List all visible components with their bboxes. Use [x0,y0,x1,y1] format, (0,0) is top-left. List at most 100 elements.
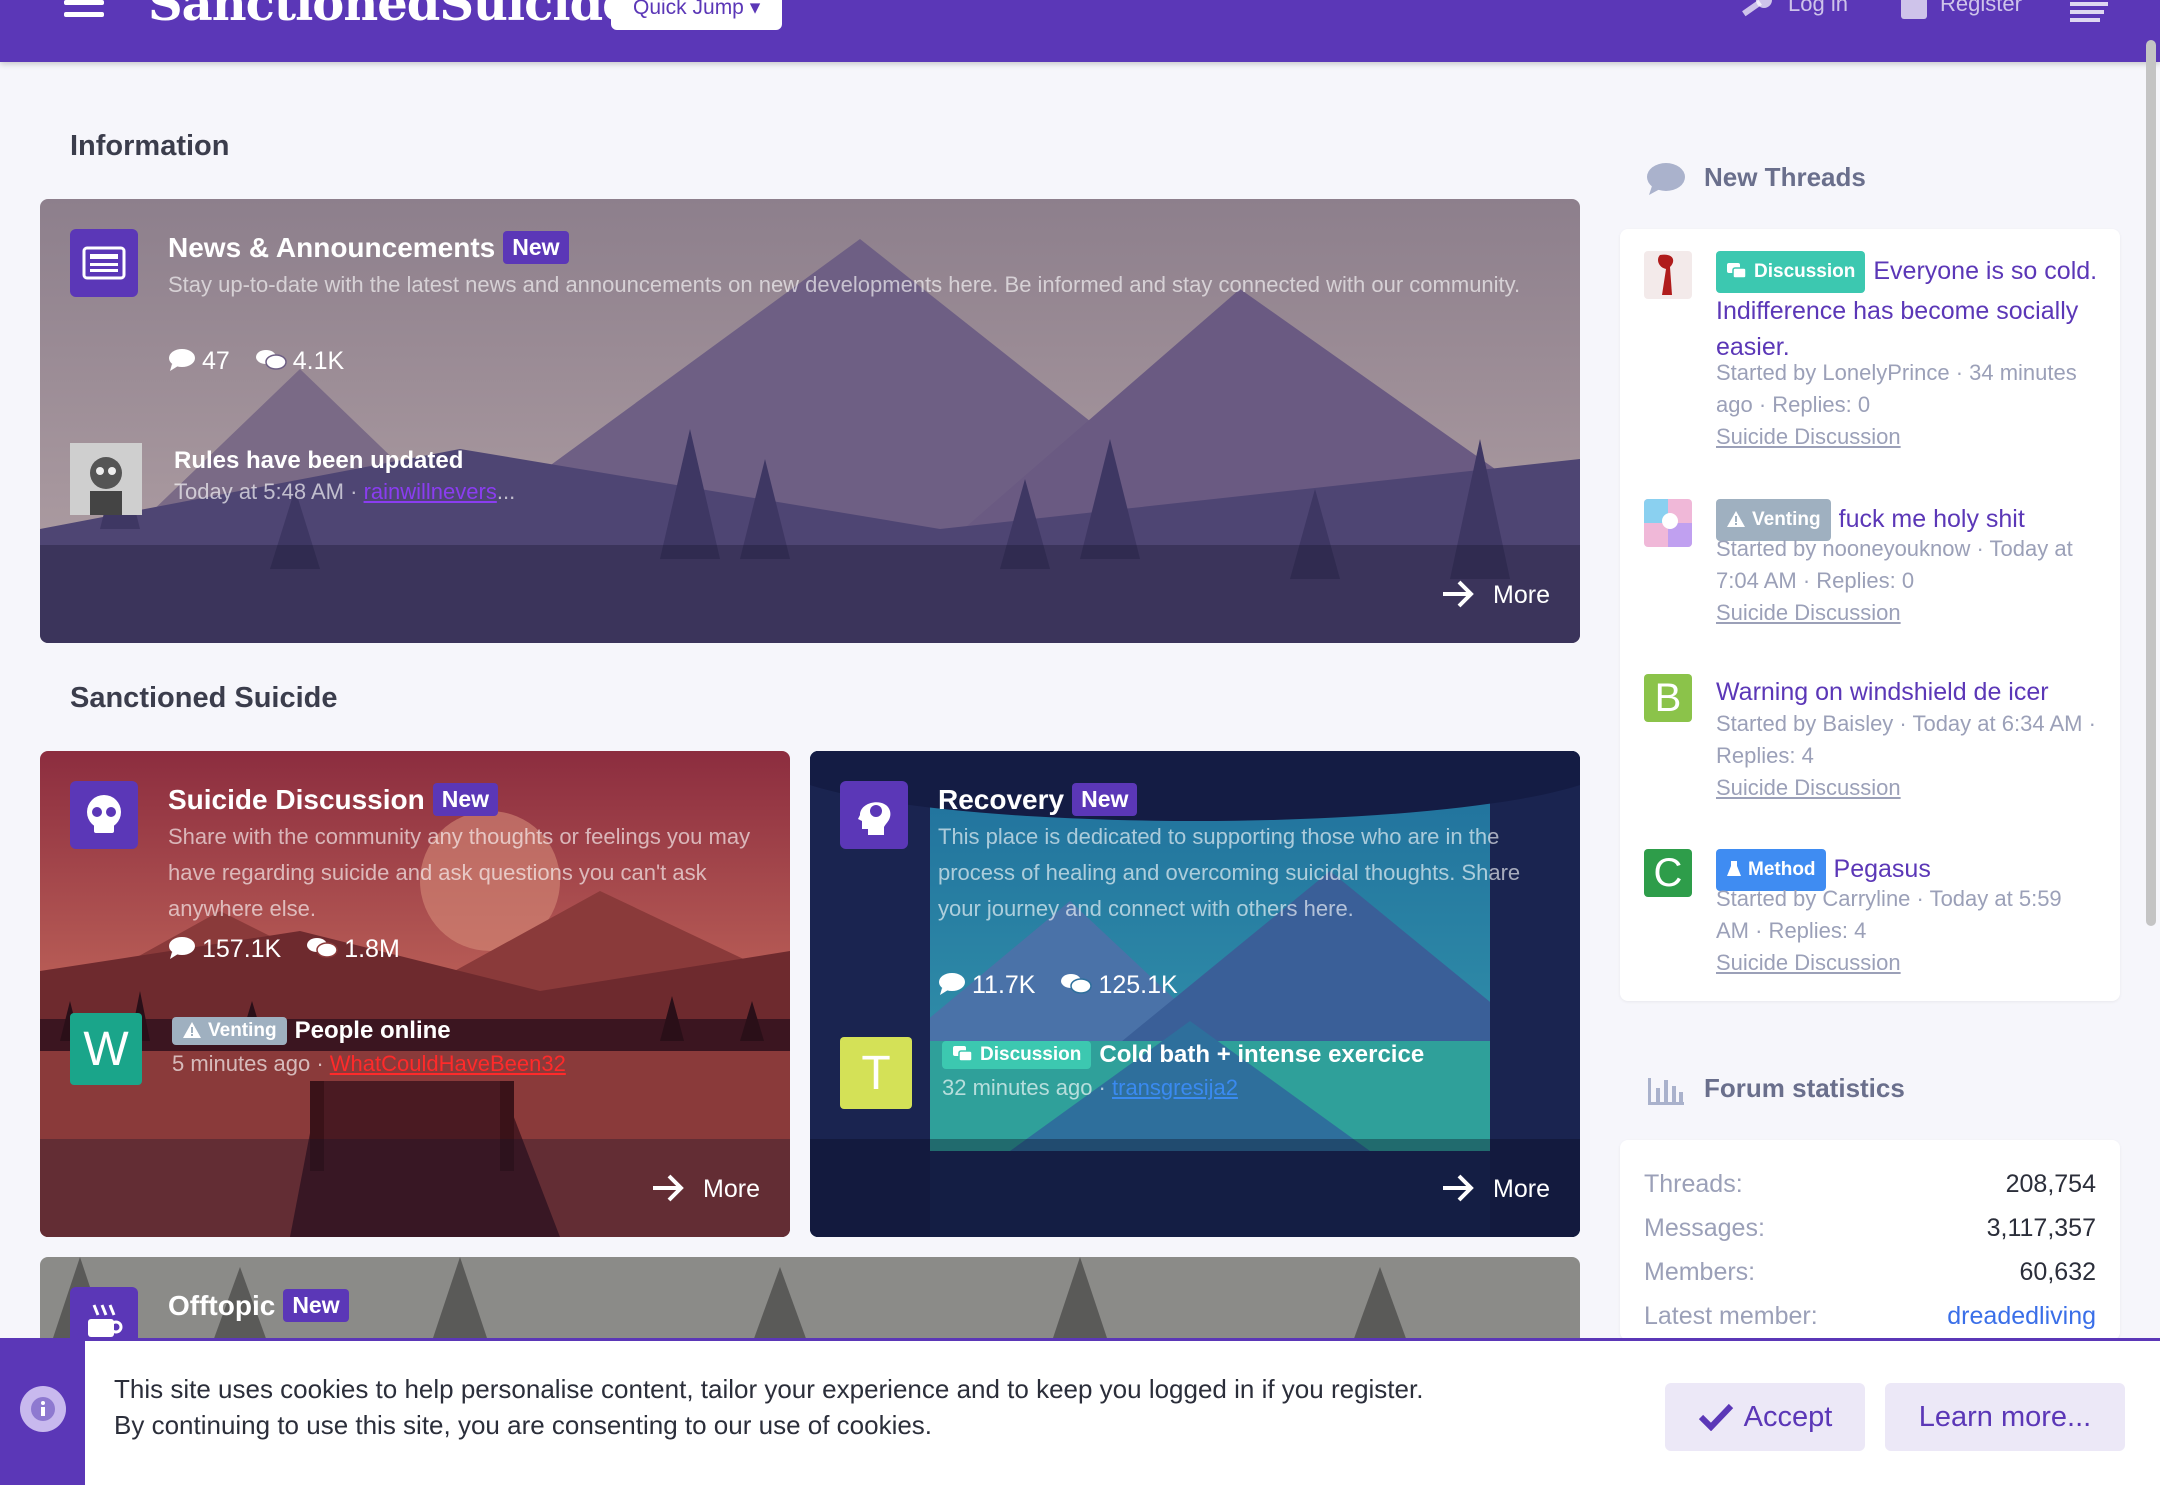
thread-item[interactable]: B Warning on windshield de icer Started … [1644,674,2104,824]
user-avatar[interactable]: W [70,1013,142,1085]
latest-user-suffix: ... [496,479,516,504]
new-threads-heading: New Threads [1646,162,1866,196]
thread-forum-link[interactable]: Suicide Discussion [1716,775,1901,800]
comments-icon [953,1046,973,1062]
thread-meta: Started by Carryline · Today at 5:59 AM … [1716,883,2096,979]
flask-icon [1727,861,1741,876]
forum-title-recovery[interactable]: Recovery New [938,783,1138,816]
thread-item[interactable]: Venting fuck me holy shit Started by noon… [1644,499,2104,649]
check-icon [1698,1403,1733,1432]
forum-card-news[interactable]: News & Announcements New Stay up-to-date … [40,199,1580,643]
accept-label: Accept [1743,1401,1833,1433]
more-label: More [1493,1175,1550,1203]
thread-forum-link[interactable]: Suicide Discussion [1716,424,1901,449]
register-link[interactable]: Register [1900,0,2022,22]
latest-post-news[interactable]: Rules have been updated Today at 5:48 AM… [70,443,770,519]
key-icon [1742,0,1772,17]
new-badge: New [432,783,499,816]
forum-stats-recovery: 11.7K 125.1K [938,971,1196,1000]
thread-meta-text: Started by LonelyPrince · 34 minutes ago… [1716,360,2077,417]
stat-row-members: Members: 60,632 [1644,1258,2096,1287]
forum-description-suicide-discussion: Share with the community any thoughts or… [168,824,751,921]
forum-description-news: Stay up-to-date with the latest news and… [168,272,1521,297]
stat-label: Latest member: [1644,1302,1818,1330]
prefix-discussion: Discussion [942,1041,1092,1069]
cookie-message: This site uses cookies to help personali… [114,1371,1423,1443]
thread-title[interactable]: Discussion Everyone is so cold. Indiffere… [1716,251,2106,365]
quick-jump-label: Quick Jump [633,0,744,19]
cookie-message-line1: This site uses cookies to help personali… [114,1374,1424,1404]
warning-icon [1727,511,1745,527]
stat-row-messages: Messages: 3,117,357 [1644,1214,2096,1243]
bar-chart-icon [1648,1078,1684,1106]
comment-icon [169,349,195,371]
forum-title-offtopic-text: Offtopic [168,1290,276,1321]
new-threads-title: New Threads [1704,162,1866,192]
stat-value: 208,754 [2005,1170,2096,1198]
user-avatar[interactable] [1644,499,1692,547]
latest-user-link[interactable]: rainwillnevers [364,479,497,504]
forum-title-suicide-discussion-text: Suicide Discussion [168,784,425,815]
stat-row-threads: Threads: 208,754 [1644,1170,2096,1199]
thread-title-text: Pegasus [1833,855,1931,883]
forum-title-news[interactable]: News & Announcements New [168,231,569,264]
thread-title[interactable]: Warning on windshield de icer [1716,674,2106,710]
arrow-right-icon [1443,580,1474,608]
new-badge: New [1072,783,1138,816]
latest-thread-title[interactable]: Discussion Cold bath + intense exercice [942,1041,1424,1069]
latest-thread-title-text: People online [294,1017,451,1044]
prefix-venting: Venting [172,1017,287,1045]
forum-description-recovery: This place is dedicated to supporting th… [938,824,1521,921]
thread-forum-link[interactable]: Suicide Discussion [1716,950,1901,975]
caret-down-icon: ▾ [749,0,761,19]
thread-title-text: fuck me holy shit [1838,505,2025,533]
search-menu-icon[interactable] [2070,0,2108,29]
thread-item[interactable]: C Method Pegasus Started by Carryline · T… [1644,849,2104,999]
latest-user-link[interactable]: WhatCouldHaveBeen32 [330,1051,566,1076]
forum-title-suicide-discussion[interactable]: Suicide Discussion New [168,783,499,816]
arrow-right-icon [1443,1174,1474,1202]
forum-card-recovery[interactable]: Recovery New This place is dedicated to s… [810,751,1580,1237]
user-avatar[interactable] [1644,251,1692,299]
forum-card-suicide-discussion[interactable]: Suicide Discussion New Share with the com… [40,751,790,1237]
user-avatar[interactable]: T [840,1037,912,1109]
thread-meta-text: Started by Carryline · Today at 5:59 AM … [1716,886,2062,943]
messages-count: 157.1K [202,935,282,963]
forum-title-offtopic[interactable]: Offtopic New [168,1289,349,1322]
user-avatar[interactable]: B [1644,674,1692,722]
user-avatar[interactable]: C [1644,849,1692,897]
arrow-right-icon [653,1174,684,1202]
messages-count: 11.7K [972,971,1036,999]
cookie-notice-body: This site uses cookies to help personali… [85,1341,2160,1485]
prefix-discussion: Discussion [1716,251,1866,293]
site-logo[interactable]: SanctionedSuicide. [148,0,648,32]
comment-icon [169,937,195,959]
cookie-notice: This site uses cookies to help personali… [0,1338,2160,1485]
quick-jump-button[interactable]: Quick Jump ▾ [611,0,783,30]
accept-button[interactable]: Accept [1665,1383,1865,1451]
more-link-suicide-discussion[interactable]: More [651,1173,760,1204]
latest-post-recovery[interactable]: T Discussion Cold bath + intense exercice… [840,1037,1560,1113]
page-scrollbar[interactable] [2146,40,2156,926]
more-link-recovery[interactable]: More [1441,1173,1550,1204]
latest-thread-meta: Today at 5:48 AM · rainwillnevers... [174,479,516,504]
register-label: Register [1940,0,2022,16]
latest-thread-title-text: Cold bath + intense exercice [1099,1041,1425,1068]
latest-post-suicide-discussion[interactable]: W Venting People online 5 minutes ago · W… [70,1013,770,1089]
forum-title-news-text: News & Announcements [168,232,496,263]
clipboard-icon [1901,0,1927,20]
latest-user-link[interactable]: transgresija2 [1112,1075,1238,1100]
login-link[interactable]: Log in [1740,0,1848,22]
latest-member-link[interactable]: dreadedliving [1947,1302,2096,1331]
forum-title-recovery-text: Recovery [938,784,1065,815]
more-link-news[interactable]: More [1441,579,1550,610]
thread-item[interactable]: Discussion Everyone is so cold. Indiffere… [1644,251,2104,471]
user-avatar[interactable] [70,443,142,515]
stat-label: Threads: [1644,1170,1743,1198]
learn-more-button[interactable]: Learn more... [1885,1383,2125,1451]
menu-icon[interactable] [64,0,104,22]
latest-thread-title[interactable]: Venting People online [172,1017,451,1045]
latest-thread-title[interactable]: Rules have been updated [174,447,463,475]
thread-forum-link[interactable]: Suicide Discussion [1716,600,1901,625]
latest-time: 5 minutes ago [172,1051,311,1076]
